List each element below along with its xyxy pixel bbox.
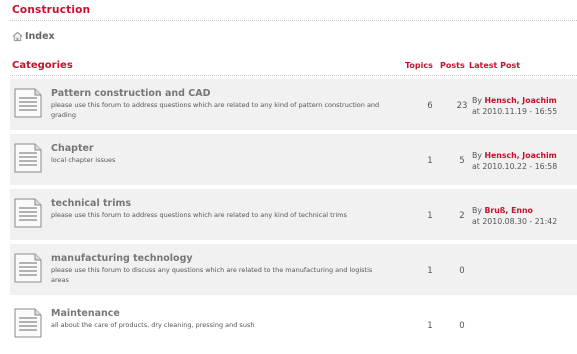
column-topics: Topics (405, 61, 433, 70)
breadcrumb-index-link[interactable]: Index (25, 31, 55, 42)
forum-list: Pattern construction and CAD please use … (10, 79, 577, 354)
posts-count: 0 (459, 266, 465, 276)
latest-post: By Hensch, Joachim at 2010.11.19 - 16:55 (472, 95, 557, 117)
latest-by-label: By (472, 96, 482, 105)
column-latest-post: Latest Post (469, 61, 521, 70)
header-divider (10, 75, 577, 76)
latest-author-link[interactable]: Hensch, Joachim (484, 151, 556, 160)
posts-count: 0 (459, 321, 465, 331)
forum-title-link[interactable]: technical trims (51, 198, 131, 209)
forum-title-link[interactable]: manufacturing technology (51, 253, 193, 264)
breadcrumb: Index (12, 29, 55, 43)
posts-count: 2 (459, 211, 465, 221)
forum-title-link[interactable]: Chapter (51, 143, 94, 154)
latest-by-label: By (472, 206, 482, 215)
topics-count: 1 (427, 321, 433, 331)
latest-author-link[interactable]: Bruß, Enno (484, 206, 532, 215)
forum-row: Chapter local chapter issues 1 5 By Hens… (10, 134, 577, 185)
forum-document-icon (14, 198, 42, 228)
latest-date: at 2010.08.30 - 21:42 (472, 217, 558, 226)
forum-title-link[interactable]: Maintenance (51, 308, 120, 319)
latest-author-link[interactable]: Hensch, Joachim (484, 96, 556, 105)
posts-count: 23 (456, 101, 468, 111)
posts-count: 5 (459, 156, 465, 166)
forum-description: please use this forum to address questio… (51, 211, 347, 219)
forum-description: please use this forum to address questio… (51, 101, 380, 119)
forum-description: local chapter issues (51, 156, 116, 164)
forum-document-icon (14, 308, 42, 338)
topics-count: 1 (427, 156, 433, 166)
forum-row: Maintenance all about the care of produc… (10, 299, 577, 350)
forum-row: Pattern construction and CAD please use … (10, 79, 577, 130)
latest-by-label: By (472, 151, 482, 160)
home-icon (12, 31, 23, 41)
topics-count: 1 (427, 266, 433, 276)
latest-post: By Hensch, Joachim at 2010.10.22 - 16:58 (472, 150, 557, 172)
topics-count: 6 (427, 101, 433, 111)
latest-date: at 2010.11.19 - 16:55 (472, 107, 558, 116)
categories-header: Categories Topics Posts Latest Post (0, 60, 577, 76)
topics-count: 1 (427, 211, 433, 221)
page-title: Construction (12, 4, 91, 16)
forum-title-link[interactable]: Pattern construction and CAD (51, 88, 210, 99)
categories-title: Categories (12, 60, 73, 71)
forum-document-icon (14, 88, 42, 118)
forum-description: all about the care of products, dry clea… (51, 321, 255, 329)
latest-date: at 2010.10.22 - 16:58 (472, 162, 558, 171)
title-divider (10, 20, 577, 21)
forum-document-icon (14, 143, 42, 173)
forum-row: manufacturing technology please use this… (10, 244, 577, 295)
column-posts: Posts (440, 61, 465, 70)
forum-document-icon (14, 253, 42, 283)
forum-description: please use this forum to discuss any que… (51, 266, 373, 284)
latest-post: By Bruß, Enno at 2010.08.30 - 21:42 (472, 205, 557, 227)
forum-row: technical trims please use this forum to… (10, 189, 577, 240)
